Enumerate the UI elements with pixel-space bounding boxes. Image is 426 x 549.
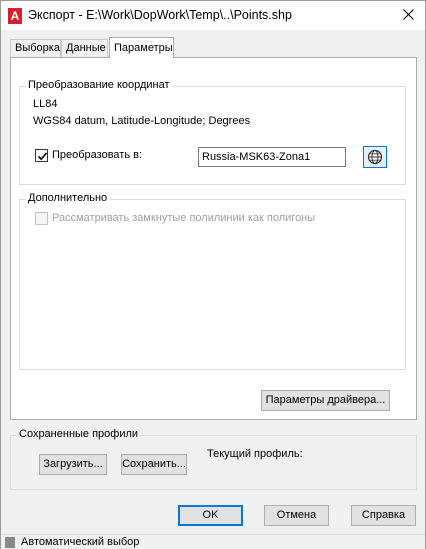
title-bar[interactable]: A Экспорт - E:\Work\DopWork\Temp\..\Poin… xyxy=(1,1,425,31)
saved-profiles-title: Сохраненные профили xyxy=(17,428,141,440)
close-icon xyxy=(403,9,414,20)
window-title: Экспорт - E:\Work\DopWork\Temp\..\Points… xyxy=(28,8,292,22)
save-profile-button[interactable]: Сохранить... xyxy=(121,454,187,475)
target-cs-field[interactable]: Russia-MSK63-Zona1 xyxy=(198,147,346,167)
autocad-app-icon: A xyxy=(8,8,22,24)
export-dialog: A Экспорт - E:\Work\DopWork\Temp\..\Poin… xyxy=(0,0,426,549)
load-profile-button[interactable]: Загрузить... xyxy=(39,454,107,475)
closed-polylines-label[interactable]: Рассматривать замкнутые полилинии как по… xyxy=(52,212,315,224)
status-text: Автоматический выбор xyxy=(21,536,140,548)
closed-polylines-checkbox[interactable] xyxy=(35,212,48,225)
parameters-panel: Преобразование координат LL84 WGS84 datu… xyxy=(10,57,417,420)
coord-transform-title: Преобразование координат xyxy=(26,79,172,91)
coord-transform-group: Преобразование координат LL84 WGS84 datu… xyxy=(19,79,406,185)
saved-profiles-group: Сохраненные профили Загрузить... Сохрани… xyxy=(10,428,417,490)
ok-button[interactable]: OK xyxy=(178,505,243,526)
close-button[interactable] xyxy=(395,3,423,27)
tab-selection[interactable]: Выборка xyxy=(10,39,61,57)
checkmark-icon xyxy=(37,152,48,161)
source-cs-description: WGS84 datum, Latitude-Longitude; Degrees xyxy=(33,115,251,127)
source-cs-code: LL84 xyxy=(33,98,58,110)
globe-icon xyxy=(367,149,383,165)
tab-data[interactable]: Данные xyxy=(61,39,108,57)
additional-title: Дополнительно xyxy=(26,192,110,204)
select-cs-button[interactable] xyxy=(363,146,387,168)
cancel-button[interactable]: Отмена xyxy=(264,505,329,526)
current-profile-label: Текущий профиль: xyxy=(207,448,303,460)
additional-group: Дополнительно Рассматривать замкнутые по… xyxy=(19,192,406,370)
tab-parameters[interactable]: Параметры xyxy=(109,37,174,58)
driver-params-button[interactable]: Параметры драйвера... xyxy=(261,390,390,411)
convert-checkbox-label[interactable]: Преобразовать в: xyxy=(52,149,142,161)
status-bar: Автоматический выбор xyxy=(1,534,425,549)
help-button[interactable]: Справка xyxy=(351,505,416,526)
status-indicator-icon xyxy=(5,537,15,548)
convert-checkbox[interactable] xyxy=(35,149,48,162)
